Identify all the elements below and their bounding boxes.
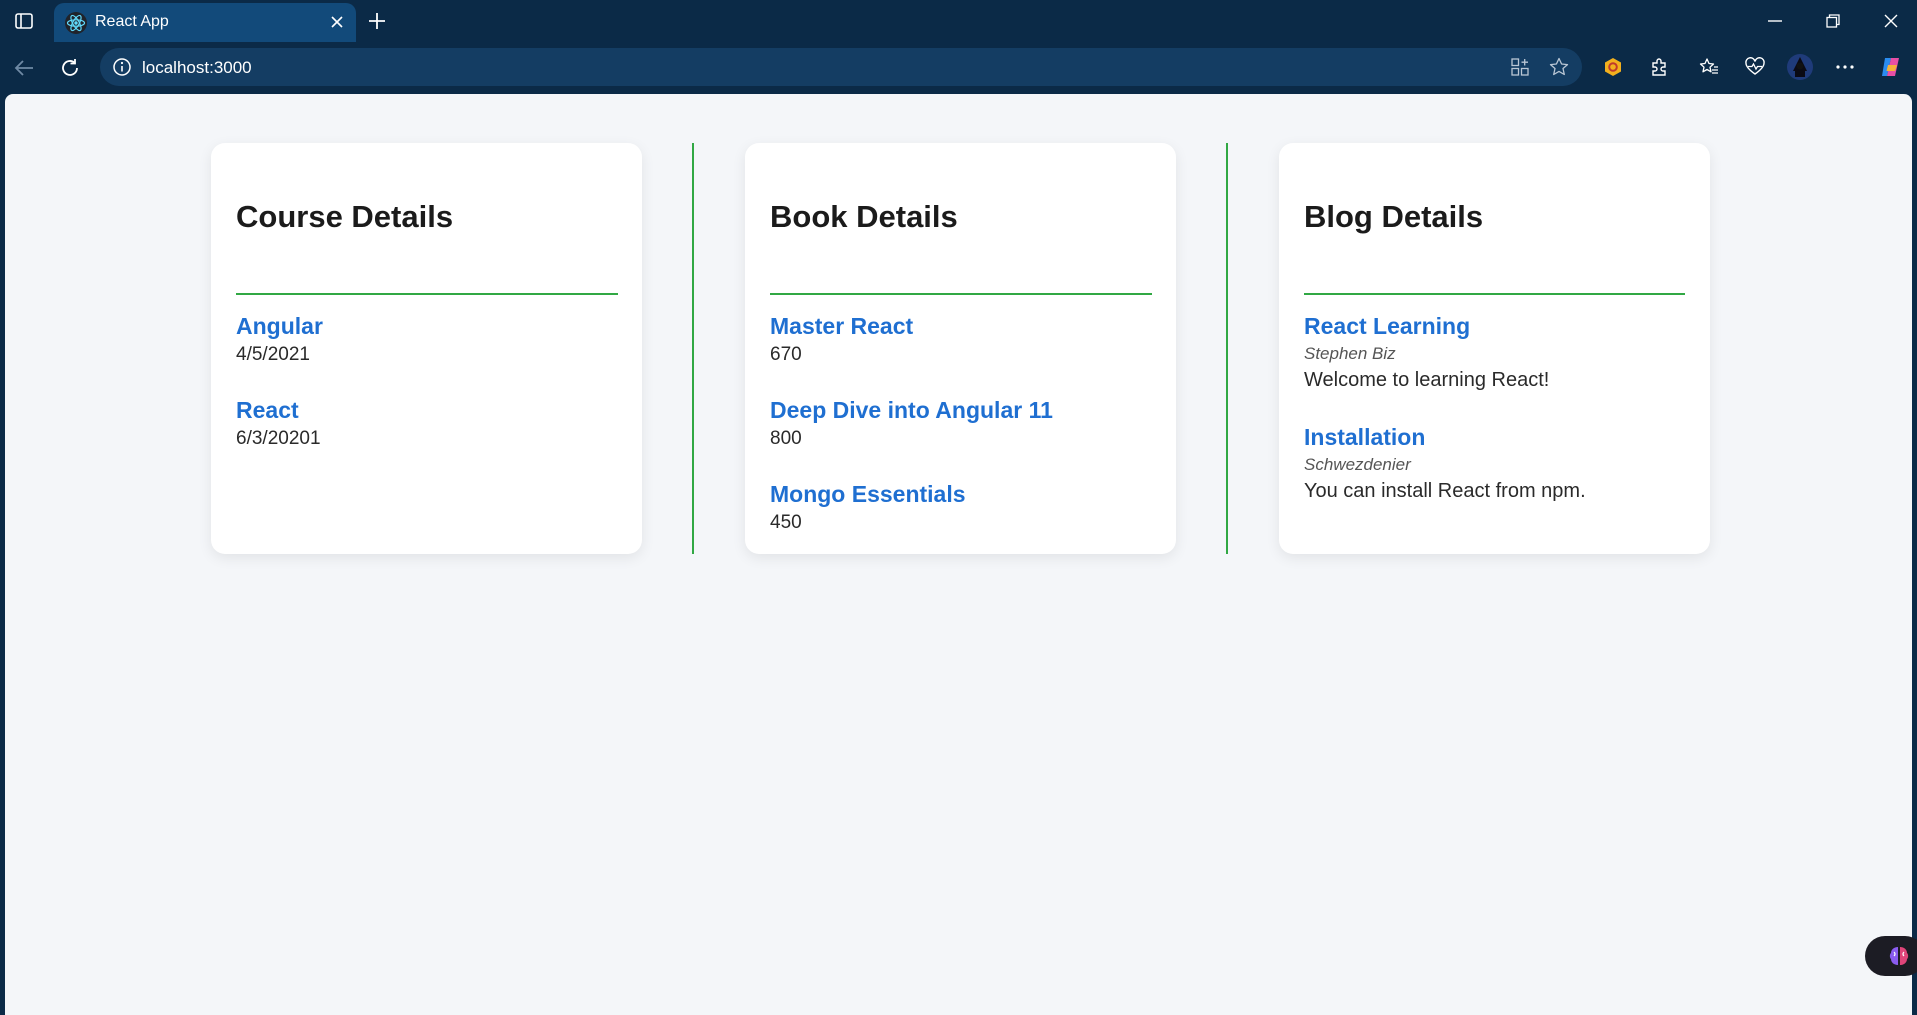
restore-icon <box>1826 14 1840 28</box>
favorite-button[interactable] <box>1547 55 1571 79</box>
close-icon <box>1884 14 1898 28</box>
book-name: Mongo Essentials <box>770 481 966 507</box>
blog-title: Installation <box>1304 424 1426 450</box>
course-name: React <box>236 397 299 423</box>
refresh-button[interactable] <box>54 52 86 84</box>
profile-button[interactable] <box>1785 52 1815 82</box>
browser-essentials-button[interactable] <box>1740 52 1770 82</box>
blog-title: React Learning <box>1304 313 1471 339</box>
blog-content: Welcome to learning React! <box>1304 369 1550 391</box>
book-name: Deep Dive into Angular 11 <box>770 397 1053 423</box>
apps-icon <box>1511 58 1529 76</box>
new-tab-button[interactable] <box>364 8 390 34</box>
copilot-button[interactable] <box>1876 52 1906 82</box>
back-button[interactable] <box>8 52 40 84</box>
close-icon <box>331 16 343 28</box>
book-details-card: Book Details Master React 670 Deep Dive … <box>745 143 1176 554</box>
section-divider <box>770 293 1152 295</box>
tab-bar: React App <box>0 0 1917 42</box>
tab-title: React App <box>95 13 169 30</box>
browser-chrome: React App localhost:3000 <box>0 0 1917 94</box>
tab-react-app[interactable]: React App <box>54 3 356 42</box>
navigation-bar: localhost:3000 <box>0 42 1917 94</box>
extension-button[interactable] <box>1598 52 1628 82</box>
book-price: 670 <box>770 344 802 365</box>
sidebar-icon <box>15 13 33 29</box>
restore-button[interactable] <box>1813 6 1853 36</box>
info-icon[interactable] <box>112 57 132 77</box>
heart-pulse-icon <box>1745 57 1765 75</box>
blog-details-card: Blog Details React Learning Stephen Biz … <box>1279 143 1710 554</box>
blog-content: You can install React from npm. <box>1304 480 1586 502</box>
blog-details-title: Blog Details <box>1304 199 1484 234</box>
floating-assistant-button[interactable] <box>1865 936 1917 976</box>
extension-badge-icon <box>1605 58 1621 76</box>
tab-actions-button[interactable] <box>10 8 38 34</box>
book-price: 450 <box>770 512 802 533</box>
minimize-button[interactable] <box>1755 6 1795 36</box>
puzzle-icon <box>1652 58 1666 76</box>
course-details-card: Course Details Angular 4/5/2021 React 6/… <box>211 143 642 554</box>
url-text[interactable]: localhost:3000 <box>142 58 252 78</box>
star-icon <box>1549 57 1569 76</box>
brain-icon <box>1889 947 1909 965</box>
blog-author: Stephen Biz <box>1304 344 1396 363</box>
favorites-list-icon <box>1699 58 1718 74</box>
app-available-button[interactable] <box>1508 55 1532 79</box>
column-separator <box>692 143 694 554</box>
address-bar[interactable]: localhost:3000 <box>100 48 1582 86</box>
column-separator <box>1226 143 1228 554</box>
book-details-title: Book Details <box>770 199 958 234</box>
course-details-title: Course Details <box>236 199 454 234</box>
page-viewport: Course Details Angular 4/5/2021 React 6/… <box>5 94 1912 1015</box>
close-window-button[interactable] <box>1871 6 1911 36</box>
minimize-icon <box>1768 20 1782 22</box>
book-price: 800 <box>770 428 802 449</box>
react-logo-icon <box>65 12 87 34</box>
plus-icon <box>369 13 385 29</box>
more-horizontal-icon <box>1836 65 1854 69</box>
favorites-button[interactable] <box>1694 52 1724 82</box>
course-date: 4/5/2021 <box>236 344 310 365</box>
avatar-icon <box>1787 54 1813 80</box>
section-divider <box>1304 293 1685 295</box>
course-date: 6/3/20201 <box>236 428 321 449</box>
refresh-icon <box>62 59 78 76</box>
copilot-icon <box>1882 58 1899 76</box>
blog-author: Schwezdenier <box>1304 455 1411 474</box>
book-name: Master React <box>770 313 914 339</box>
section-divider <box>236 293 618 295</box>
extensions-button[interactable] <box>1644 52 1674 82</box>
settings-more-button[interactable] <box>1830 52 1860 82</box>
tab-close-button[interactable] <box>326 11 348 33</box>
course-name: Angular <box>236 313 323 339</box>
arrow-left-icon <box>14 60 33 76</box>
